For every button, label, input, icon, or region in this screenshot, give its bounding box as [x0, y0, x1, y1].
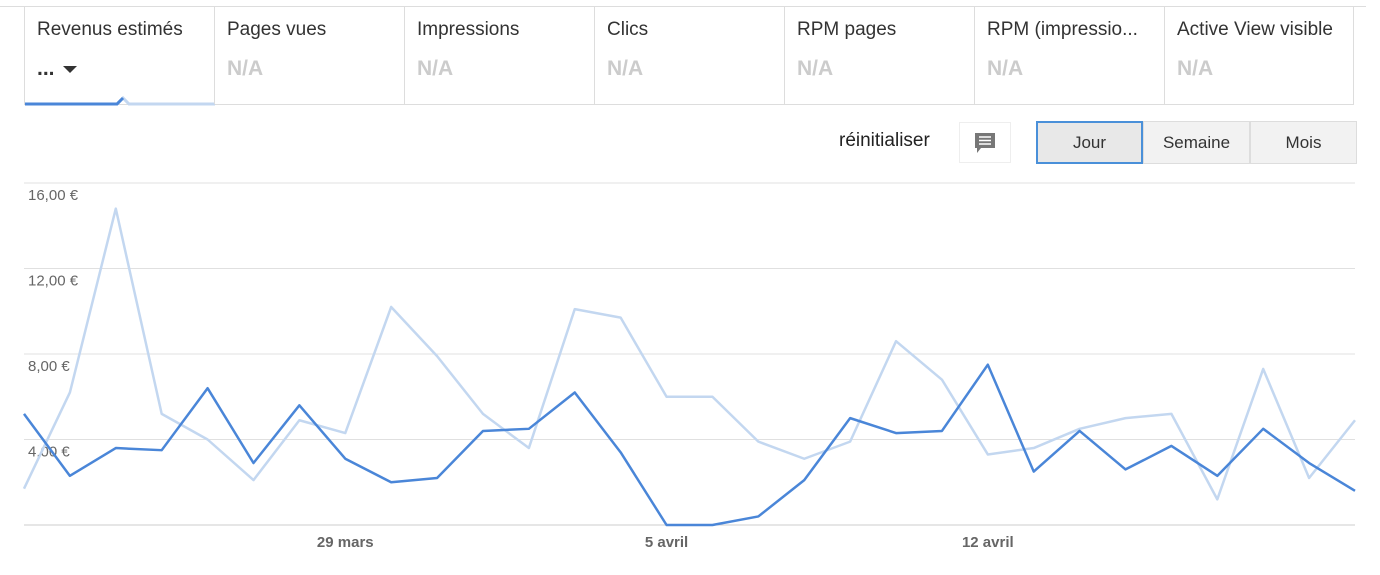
period-week-button[interactable]: Semaine: [1143, 121, 1250, 164]
metric-value: N/A: [1177, 57, 1353, 81]
selected-indicator: [25, 96, 215, 106]
metric-tab[interactable]: Revenus estimés...: [24, 7, 215, 106]
period-month-button[interactable]: Mois: [1250, 121, 1357, 164]
y-tick-label: 16,00 €: [28, 187, 79, 204]
metric-value: N/A: [607, 57, 784, 81]
metric-value: N/A: [227, 57, 404, 81]
metric-label: RPM (impressio...: [987, 19, 1138, 40]
metric-tab[interactable]: Clics N/A: [594, 7, 784, 104]
revenue-chart: 4,00 €8,00 €12,00 €16,00 €29 mars 5 avril…: [22, 182, 1356, 551]
metric-label: Impressions: [417, 19, 520, 40]
metric-value-text: N/A: [987, 57, 1024, 80]
x-tick-label: 12 avril: [962, 534, 1014, 551]
metric-value-text: N/A: [417, 57, 454, 80]
metric-label: Active View visible: [1177, 19, 1333, 40]
metric-label: RPM pages: [797, 19, 897, 40]
metric-label: Pages vues: [227, 19, 327, 40]
y-tick-label: 8,00 €: [28, 358, 70, 375]
comment-icon: [975, 132, 995, 153]
metric-tabs: Revenus estimés... Pages vues N/A Impressio…: [24, 7, 1354, 106]
metric-tab[interactable]: Impressions N/A: [404, 7, 594, 104]
series-line-0: [22, 363, 1356, 527]
dropdown-caret-icon[interactable]: [62, 65, 77, 73]
y-tick-label: 12,00 €: [28, 273, 79, 290]
metric-value: N/A: [987, 57, 1164, 81]
metric-value: N/A: [417, 57, 594, 81]
metric-value: N/A: [797, 57, 974, 81]
period-selector: Jour Semaine Mois: [1036, 121, 1357, 164]
metric-value-text: N/A: [607, 57, 644, 80]
x-tick-label: 5 avril: [645, 534, 688, 551]
metric-value: ...: [37, 57, 214, 81]
metric-tab[interactable]: Pages vues N/A: [214, 7, 404, 104]
metric-value-text: N/A: [1177, 57, 1214, 80]
metric-tab[interactable]: RPM pages N/A: [784, 7, 974, 104]
period-day-button[interactable]: Jour: [1036, 121, 1143, 164]
metric-tab[interactable]: Active View visible N/A: [1164, 7, 1354, 104]
metric-value-text: ...: [37, 57, 55, 80]
reset-link[interactable]: réinitialiser: [839, 130, 930, 152]
metric-value-text: N/A: [797, 57, 834, 80]
x-tick-label: 29 mars: [317, 534, 374, 551]
metric-tab[interactable]: RPM (impressio... N/A: [974, 7, 1164, 104]
metric-label: Revenus estimés: [37, 19, 183, 40]
annotation-button[interactable]: [959, 122, 1011, 163]
metric-label: Clics: [607, 19, 649, 40]
metric-value-text: N/A: [227, 57, 264, 80]
